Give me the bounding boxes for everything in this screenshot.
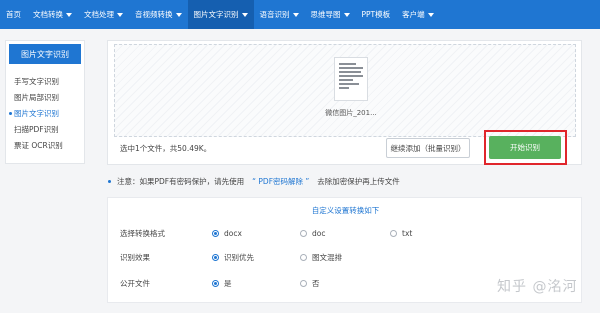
sidebar-item-label: 扫描PDF识别 — [14, 124, 59, 134]
file-name: 微信图片_201... — [325, 109, 377, 117]
bullet-icon — [108, 180, 111, 183]
public-option-no[interactable]: 否 — [300, 278, 320, 289]
nav-label: 图片文字识别 — [193, 10, 239, 19]
radio-unchecked-icon[interactable] — [300, 279, 307, 287]
caret-down-icon — [175, 12, 182, 17]
nav-image-ocr[interactable]: 图片文字识别 — [187, 0, 254, 29]
upload-panel: 微信图片_201... 选中1个文件，共50.49K。 继续添加（批量识别） 开… — [107, 40, 582, 165]
sidebar-item-scan-pdf[interactable]: 扫描PDF识别 — [6, 121, 84, 137]
drop-zone[interactable]: 微信图片_201... — [114, 44, 576, 137]
nav-label: 文档处理 — [84, 10, 114, 19]
caret-down-icon — [117, 12, 123, 17]
radio-unchecked-icon[interactable] — [390, 229, 397, 237]
nav-home[interactable]: 首页 — [0, 0, 27, 29]
nav-label: 语音识别 — [259, 10, 290, 19]
sidebar-item-image-ocr[interactable]: 图片文字识别 — [6, 105, 84, 121]
option-label: txt — [402, 228, 413, 238]
sidebar-item-label: 图片局部识别 — [14, 92, 59, 102]
caret-down-icon — [66, 12, 72, 17]
nav-label: 音视频转换 — [135, 10, 173, 19]
nav-label: 客户端 — [402, 10, 425, 19]
effect-option-mixed-layout[interactable]: 图文混排 — [300, 252, 342, 263]
caret-down-icon — [241, 12, 248, 17]
nav-av-convert[interactable]: 音视频转换 — [129, 0, 188, 29]
effect-row: 识别效果 识别优先 图文混排 — [108, 250, 583, 264]
nav-doc-process[interactable]: 文档处理 — [78, 0, 129, 29]
add-more-button[interactable]: 继续添加（批量识别） — [386, 138, 470, 158]
caret-down-icon — [427, 12, 434, 17]
sidebar-item-handwriting[interactable]: 手写文字识别 — [6, 73, 84, 89]
password-notice: 注意：如果PDF有密码保护，请先使用 “ PDF密码解除 ” 去除加密保护再上传… — [108, 176, 400, 187]
option-label: 识别优先 — [224, 252, 254, 262]
option-label: 图文混排 — [312, 252, 342, 262]
sidebar-item-label: 手写文字识别 — [14, 76, 59, 86]
format-row: 选择转换格式 docx doc txt — [108, 226, 583, 240]
option-label: doc — [312, 228, 326, 238]
sidebar: 图片文字识别 手写文字识别 图片局部识别 图片文字识别 扫描PDF识别 票证 O… — [5, 40, 85, 164]
notice-suffix: 去除加密保护再上传文件 — [317, 177, 400, 186]
watermark: 知乎 @洺河 — [497, 279, 578, 295]
option-label: 是 — [224, 278, 232, 288]
option-label: 否 — [312, 278, 320, 288]
start-recognition-button[interactable]: 开始识别 — [489, 136, 561, 159]
top-nav: 首页 文档转换 文档处理 音视频转换 图片文字识别 语音识别 思维导图 PPT模… — [0, 0, 600, 29]
format-option-txt[interactable]: txt — [390, 229, 412, 238]
row-label: 选择转换格式 — [120, 228, 165, 238]
public-option-yes[interactable]: 是 — [212, 278, 232, 289]
format-option-docx[interactable]: docx — [212, 229, 242, 238]
radio-checked-icon[interactable] — [212, 229, 219, 237]
nav-label: PPT模板 — [361, 10, 391, 19]
nav-client[interactable]: 客户端 — [396, 0, 440, 29]
format-option-doc[interactable]: doc — [300, 229, 325, 238]
sidebar-title: 图片文字识别 — [9, 44, 81, 64]
sidebar-item-ticket-ocr[interactable]: 票证 OCR识别 — [6, 137, 84, 153]
radio-checked-icon[interactable] — [212, 253, 219, 261]
caret-down-icon — [343, 12, 350, 17]
sidebar-item-label: 图片文字识别 — [14, 108, 59, 118]
sidebar-item-label: 票证 OCR识别 — [14, 140, 63, 150]
sidebar-list: 手写文字识别 图片局部识别 图片文字识别 扫描PDF识别 票证 OCR识别 — [6, 67, 84, 153]
notice-prefix: 注意：如果PDF有密码保护，请先使用 — [117, 177, 245, 186]
radio-unchecked-icon[interactable] — [300, 253, 307, 261]
nav-label: 文档转换 — [33, 10, 63, 19]
row-label: 识别效果 — [120, 252, 150, 262]
row-label: 公开文件 — [120, 278, 150, 288]
effect-option-recognition-first[interactable]: 识别优先 — [212, 252, 254, 263]
file-card[interactable]: 微信图片_201... — [325, 57, 377, 118]
radio-unchecked-icon[interactable] — [300, 229, 307, 237]
selection-status: 选中1个文件，共50.49K。 — [120, 144, 212, 153]
active-dot-icon — [9, 112, 12, 115]
sidebar-item-partial[interactable]: 图片局部识别 — [6, 89, 84, 105]
nav-ppt[interactable]: PPT模板 — [356, 0, 397, 29]
nav-mindmap[interactable]: 思维导图 — [305, 0, 356, 29]
option-label: docx — [224, 228, 242, 238]
settings-title[interactable]: 自定义设置转换如下 — [108, 205, 583, 216]
radio-checked-icon[interactable] — [212, 279, 219, 287]
caret-down-icon — [292, 12, 299, 17]
pdf-unlock-link[interactable]: “ PDF密码解除 ” — [252, 176, 309, 187]
document-thumbnail-icon — [334, 57, 368, 101]
nav-label: 思维导图 — [310, 10, 341, 19]
nav-speech[interactable]: 语音识别 — [254, 0, 305, 29]
nav-label: 首页 — [6, 10, 21, 19]
nav-doc-convert[interactable]: 文档转换 — [27, 0, 78, 29]
